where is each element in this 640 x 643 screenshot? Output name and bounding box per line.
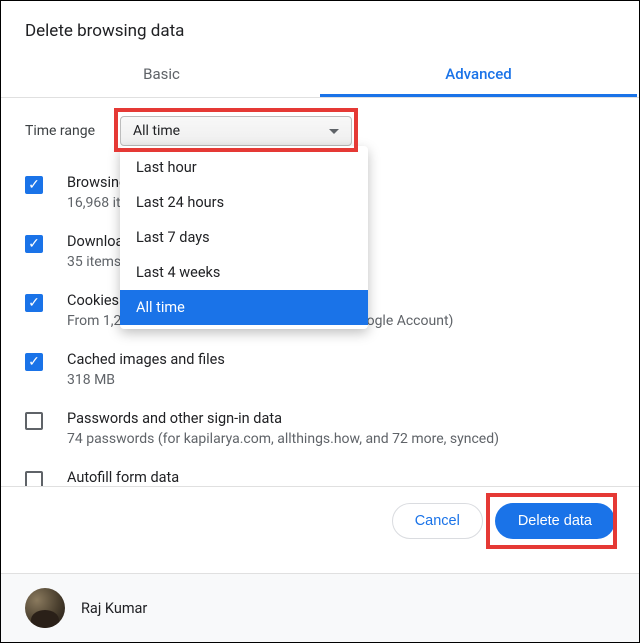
checkbox-browsing-history[interactable]: ✓ [25, 176, 43, 194]
item-desc: 318 MB [67, 372, 225, 388]
check-icon: ✓ [28, 178, 40, 192]
avatar [25, 588, 65, 628]
checkbox-cache[interactable]: ✓ [25, 353, 43, 371]
dropdown-option-last-7-days[interactable]: Last 7 days [120, 220, 368, 255]
time-range-dropdown: Last hour Last 24 hours Last 7 days Last… [120, 146, 368, 329]
item-text: Autofill form data [67, 469, 179, 486]
dropdown-option-last-4-weeks[interactable]: Last 4 weeks [120, 255, 368, 290]
time-range-select[interactable]: All time [120, 116, 352, 146]
item-desc: 74 passwords (for kapilarya.com, allthin… [67, 431, 499, 447]
delete-data-button[interactable]: Delete data [495, 503, 615, 539]
primary-button-wrap: Delete data [495, 503, 615, 539]
item-cache: ✓ Cached images and files 318 MB [25, 351, 615, 388]
time-range-row: Time range All time Last hour Last 24 ho… [25, 116, 615, 146]
item-label: Passwords and other sign-in data [67, 410, 499, 427]
account-row: Raj Kumar [1, 573, 639, 642]
tabs: Basic Advanced [1, 53, 639, 98]
time-range-select-wrap: All time Last hour Last 24 hours Last 7 … [120, 116, 352, 146]
checkbox-autofill[interactable] [25, 471, 43, 486]
time-range-value: All time [133, 123, 180, 139]
checkbox-download-history[interactable]: ✓ [25, 235, 43, 253]
checkbox-passwords[interactable] [25, 412, 43, 430]
time-range-label: Time range [25, 123, 120, 139]
dropdown-option-last-24-hours[interactable]: Last 24 hours [120, 185, 368, 220]
account-name: Raj Kumar [81, 600, 147, 617]
dropdown-option-all-time[interactable]: All time [120, 290, 368, 325]
dialog-title: Delete browsing data [1, 1, 639, 53]
cancel-button[interactable]: Cancel [392, 503, 483, 539]
item-text: Passwords and other sign-in data 74 pass… [67, 410, 499, 447]
footer: Cancel Delete data [1, 486, 639, 555]
item-passwords: Passwords and other sign-in data 74 pass… [25, 410, 615, 447]
content-area: Time range All time Last hour Last 24 ho… [1, 98, 639, 486]
tab-advanced[interactable]: Advanced [320, 53, 637, 97]
chevron-down-icon [329, 129, 339, 134]
item-text: Cached images and files 318 MB [67, 351, 225, 388]
check-icon: ✓ [28, 355, 40, 369]
check-icon: ✓ [28, 296, 40, 310]
check-icon: ✓ [28, 237, 40, 251]
item-label: Autofill form data [67, 469, 179, 486]
item-autofill: Autofill form data [25, 469, 615, 486]
checkbox-cookies[interactable]: ✓ [25, 294, 43, 312]
item-label: Cached images and files [67, 351, 225, 368]
dropdown-option-last-hour[interactable]: Last hour [120, 150, 368, 185]
tab-basic[interactable]: Basic [3, 53, 320, 97]
